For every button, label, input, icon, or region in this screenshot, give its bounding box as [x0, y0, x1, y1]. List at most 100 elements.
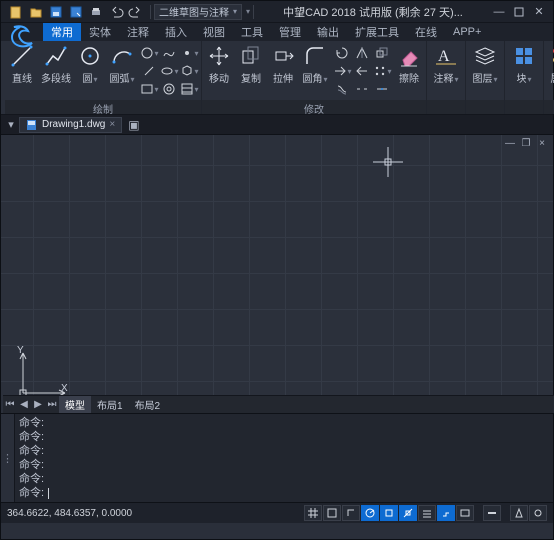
draw-mini-5-icon[interactable]: ▾ [161, 63, 177, 79]
cmd-fillet[interactable]: 圆角▾ [302, 43, 328, 85]
mod-mini-3-icon[interactable] [374, 45, 390, 61]
qat-redo-icon[interactable] [127, 3, 145, 21]
status-lwt-icon[interactable] [418, 505, 436, 521]
panel-draw: 直线 多段线 圆▾ 圆弧▾ ▾ ▾ [5, 41, 202, 114]
ribbon-tab-3[interactable]: 插入 [157, 23, 195, 41]
ribbon-tab-9[interactable]: 在线 [407, 23, 445, 41]
cmd-stretch[interactable]: 拉伸 [270, 43, 296, 85]
properties-button[interactable]: 属性▾ [548, 43, 554, 85]
maximize-button[interactable] [509, 3, 529, 21]
mod-mini-5-icon[interactable] [354, 63, 370, 79]
mod-mini-8-icon[interactable] [354, 81, 370, 97]
workspace-label: 二维草图与注释 [159, 4, 229, 19]
mod-mini-4-icon[interactable]: ▾ [334, 63, 350, 79]
viewport-restore-icon[interactable]: ❐ [519, 137, 533, 149]
draw-mini-3-icon[interactable]: ▾ [181, 45, 197, 61]
draw-mini-2-icon[interactable] [161, 45, 177, 61]
app-logo-icon[interactable] [5, 21, 39, 51]
mod-mini-2-icon[interactable] [354, 45, 370, 61]
command-window[interactable]: ⋮ 命令: 命令: 命令: 命令: 命令: 命令: [1, 413, 553, 503]
draw-mini-grid: ▾ ▾ ▾ ▾ ▾ ▾ [141, 43, 197, 97]
draw-mini-8-icon[interactable] [161, 81, 177, 97]
draw-mini-4-icon[interactable] [141, 63, 157, 79]
status-coordinates: 364.6622, 484.6357, 0.0000 [7, 508, 132, 519]
grid-overlay [1, 135, 553, 413]
minimize-button[interactable]: — [489, 3, 509, 21]
cmd-circle[interactable]: 圆▾ [77, 43, 103, 85]
panel-layers: 图层▾ [466, 41, 505, 114]
status-dyn-icon[interactable] [437, 505, 455, 521]
close-tab-icon[interactable]: × [109, 119, 115, 130]
ribbon: 直线 多段线 圆▾ 圆弧▾ ▾ ▾ [1, 41, 553, 115]
drawing-canvas[interactable]: — ❐ × Y X ⏮ ◀ ▶ ⏭ 模型 布局1 布局2 [1, 135, 553, 413]
document-tab[interactable]: Drawing1.dwg × [19, 117, 122, 133]
status-polar-icon[interactable] [361, 505, 379, 521]
ribbon-tab-1[interactable]: 实体 [81, 23, 119, 41]
qat-saveas-icon[interactable] [67, 3, 85, 21]
workspace-selector[interactable]: 二维草图与注释 ▾ [154, 4, 242, 20]
ribbon-tab-6[interactable]: 管理 [271, 23, 309, 41]
layout-tab-model[interactable]: 模型 [59, 396, 91, 413]
annotate-button[interactable]: A 注释▾ [431, 43, 461, 85]
close-button[interactable]: ✕ [529, 3, 549, 21]
doc-tab-menu-icon[interactable]: ▾ [5, 118, 17, 131]
status-extra1-icon[interactable] [483, 505, 501, 521]
status-snap-icon[interactable] [323, 505, 341, 521]
layout-next-icon[interactable]: ▶ [31, 399, 45, 410]
layout-prev-icon[interactable]: ◀ [17, 399, 31, 410]
status-ann1-icon[interactable] [510, 505, 528, 521]
document-tab-bar: ▾ Drawing1.dwg × ▣ [1, 115, 553, 135]
ribbon-tab-4[interactable]: 视图 [195, 23, 233, 41]
svg-text:A: A [438, 48, 450, 65]
status-ann2-icon[interactable] [529, 505, 547, 521]
ribbon-tab-5[interactable]: 工具 [233, 23, 271, 41]
cmd-erase[interactable]: 擦除 [396, 43, 422, 85]
status-model-icon[interactable] [456, 505, 474, 521]
status-otrack-icon[interactable] [399, 505, 417, 521]
block-button[interactable]: 块▾ [509, 43, 539, 85]
layout-tab-bar: ⏮ ◀ ▶ ⏭ 模型 布局1 布局2 [3, 395, 554, 413]
chevron-down-icon: ▾ [93, 75, 97, 84]
cmd-move[interactable]: 移动 [206, 43, 232, 85]
qat-open-icon[interactable] [27, 3, 45, 21]
dwg-icon [26, 119, 38, 131]
new-tab-icon[interactable]: ▣ [128, 118, 139, 132]
command-input[interactable]: 命令: [19, 486, 549, 500]
ribbon-tab-10[interactable]: APP+ [445, 23, 489, 41]
mod-mini-9-icon[interactable] [374, 81, 390, 97]
panel-properties: 属性▾ [544, 41, 554, 114]
cmd-arc[interactable]: 圆弧▾ [109, 43, 135, 85]
draw-mini-7-icon[interactable]: ▾ [141, 81, 157, 97]
mod-mini-6-icon[interactable]: ▾ [374, 63, 390, 79]
qat-plot-icon[interactable] [87, 3, 105, 21]
mod-mini-1-icon[interactable] [334, 45, 350, 61]
ribbon-tab-strip: 常用实体注释插入视图工具管理输出扩展工具在线APP+ [1, 23, 553, 41]
layout-tab-2[interactable]: 布局2 [129, 396, 167, 413]
viewport-minimize-icon[interactable]: — [503, 137, 517, 149]
ribbon-tab-7[interactable]: 输出 [309, 23, 347, 41]
layout-first-icon[interactable]: ⏮ [3, 399, 17, 410]
panel-block: 块▾ [505, 41, 544, 114]
layout-last-icon[interactable]: ⏭ [45, 399, 59, 410]
command-grip-icon[interactable]: ⋮ [1, 414, 15, 502]
draw-mini-1-icon[interactable]: ▾ [141, 45, 157, 61]
draw-mini-9-icon[interactable]: ▾ [181, 81, 197, 97]
ribbon-tab-0[interactable]: 常用 [43, 23, 81, 41]
status-osnap-icon[interactable] [380, 505, 398, 521]
cmd-polyline[interactable]: 多段线 [41, 43, 71, 85]
ribbon-tab-8[interactable]: 扩展工具 [347, 23, 407, 41]
status-grid-icon[interactable] [304, 505, 322, 521]
ribbon-tab-2[interactable]: 注释 [119, 23, 157, 41]
mod-mini-7-icon[interactable] [334, 81, 350, 97]
cmd-copy[interactable]: 复制 [238, 43, 264, 85]
layers-button[interactable]: 图层▾ [470, 43, 500, 85]
chevron-down-icon: ▾ [323, 75, 327, 84]
draw-mini-6-icon[interactable]: ▾ [181, 63, 197, 79]
qat-overflow-icon[interactable]: ▾ [246, 7, 250, 16]
viewport-close-icon[interactable]: × [535, 137, 549, 149]
qat-new-icon[interactable] [7, 3, 25, 21]
status-ortho-icon[interactable] [342, 505, 360, 521]
qat-undo-icon[interactable] [107, 3, 125, 21]
qat-save-icon[interactable] [47, 3, 65, 21]
layout-tab-1[interactable]: 布局1 [91, 396, 129, 413]
